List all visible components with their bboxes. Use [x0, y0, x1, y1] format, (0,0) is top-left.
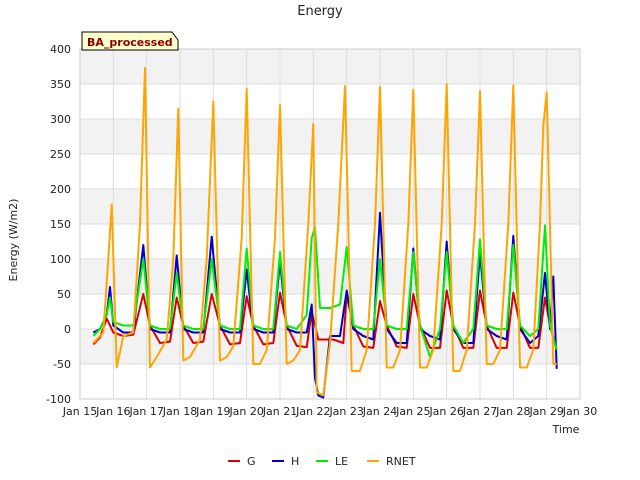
y-tick-label: 400 [50, 43, 71, 56]
y-axis-label: Energy (W/m2) [7, 199, 20, 282]
y-tick-label: 150 [50, 218, 71, 231]
x-tick-label: Jan 27 [462, 405, 497, 418]
x-tick-label: Jan 24 [362, 405, 397, 418]
x-tick-label: Jan 21 [262, 405, 297, 418]
x-tick-label: Jan 19 [195, 405, 230, 418]
background-band [80, 364, 580, 399]
x-tick-label: Jan 30 [562, 405, 597, 418]
y-axis-ticks: -100-50050100150200250300350400 [46, 43, 71, 406]
background-band [80, 49, 580, 84]
x-tick-label: Jan 23 [328, 405, 363, 418]
background-band [80, 224, 580, 259]
processing-badge: BA_processed [81, 31, 179, 51]
x-tick-label: Jan 18 [162, 405, 197, 418]
x-tick-label: Jan 29 [528, 405, 563, 418]
badge-text: BA_processed [87, 36, 173, 49]
x-tick-label: Jan 28 [495, 405, 530, 418]
x-tick-label: Jan 25 [395, 405, 430, 418]
x-axis-label: Time [552, 423, 580, 436]
y-tick-label: 350 [50, 78, 71, 91]
legend-label-rnet: RNET [386, 455, 416, 468]
background-band [80, 189, 580, 224]
background-band [80, 119, 580, 154]
y-tick-label: 50 [57, 288, 71, 301]
background-band [80, 154, 580, 189]
chart-title: Energy [297, 4, 343, 19]
y-tick-label: 200 [50, 183, 71, 196]
y-tick-label: 0 [64, 323, 71, 336]
background-band [80, 84, 580, 119]
y-tick-label: 100 [50, 253, 71, 266]
legend-label-h: H [291, 455, 299, 468]
x-tick-label: Jan 26 [428, 405, 463, 418]
x-tick-label: Jan 16 [95, 405, 130, 418]
y-tick-label: -50 [53, 358, 71, 371]
y-tick-label: 250 [50, 148, 71, 161]
energy-chart: Energy -100-50050100150200250300350400 J… [7, 4, 597, 468]
x-tick-label: Jan 17 [128, 405, 163, 418]
x-axis-ticks: Jan 15Jan 16Jan 17Jan 18Jan 19Jan 20Jan … [62, 405, 597, 418]
x-tick-label: Jan 15 [62, 405, 97, 418]
legend-label-g: G [247, 455, 256, 468]
legend-label-le: LE [335, 455, 348, 468]
x-tick-label: Jan 22 [295, 405, 330, 418]
x-tick-label: Jan 20 [228, 405, 263, 418]
background-band [80, 294, 580, 329]
y-tick-label: 300 [50, 113, 71, 126]
legend: G H LE RNET [228, 455, 416, 468]
